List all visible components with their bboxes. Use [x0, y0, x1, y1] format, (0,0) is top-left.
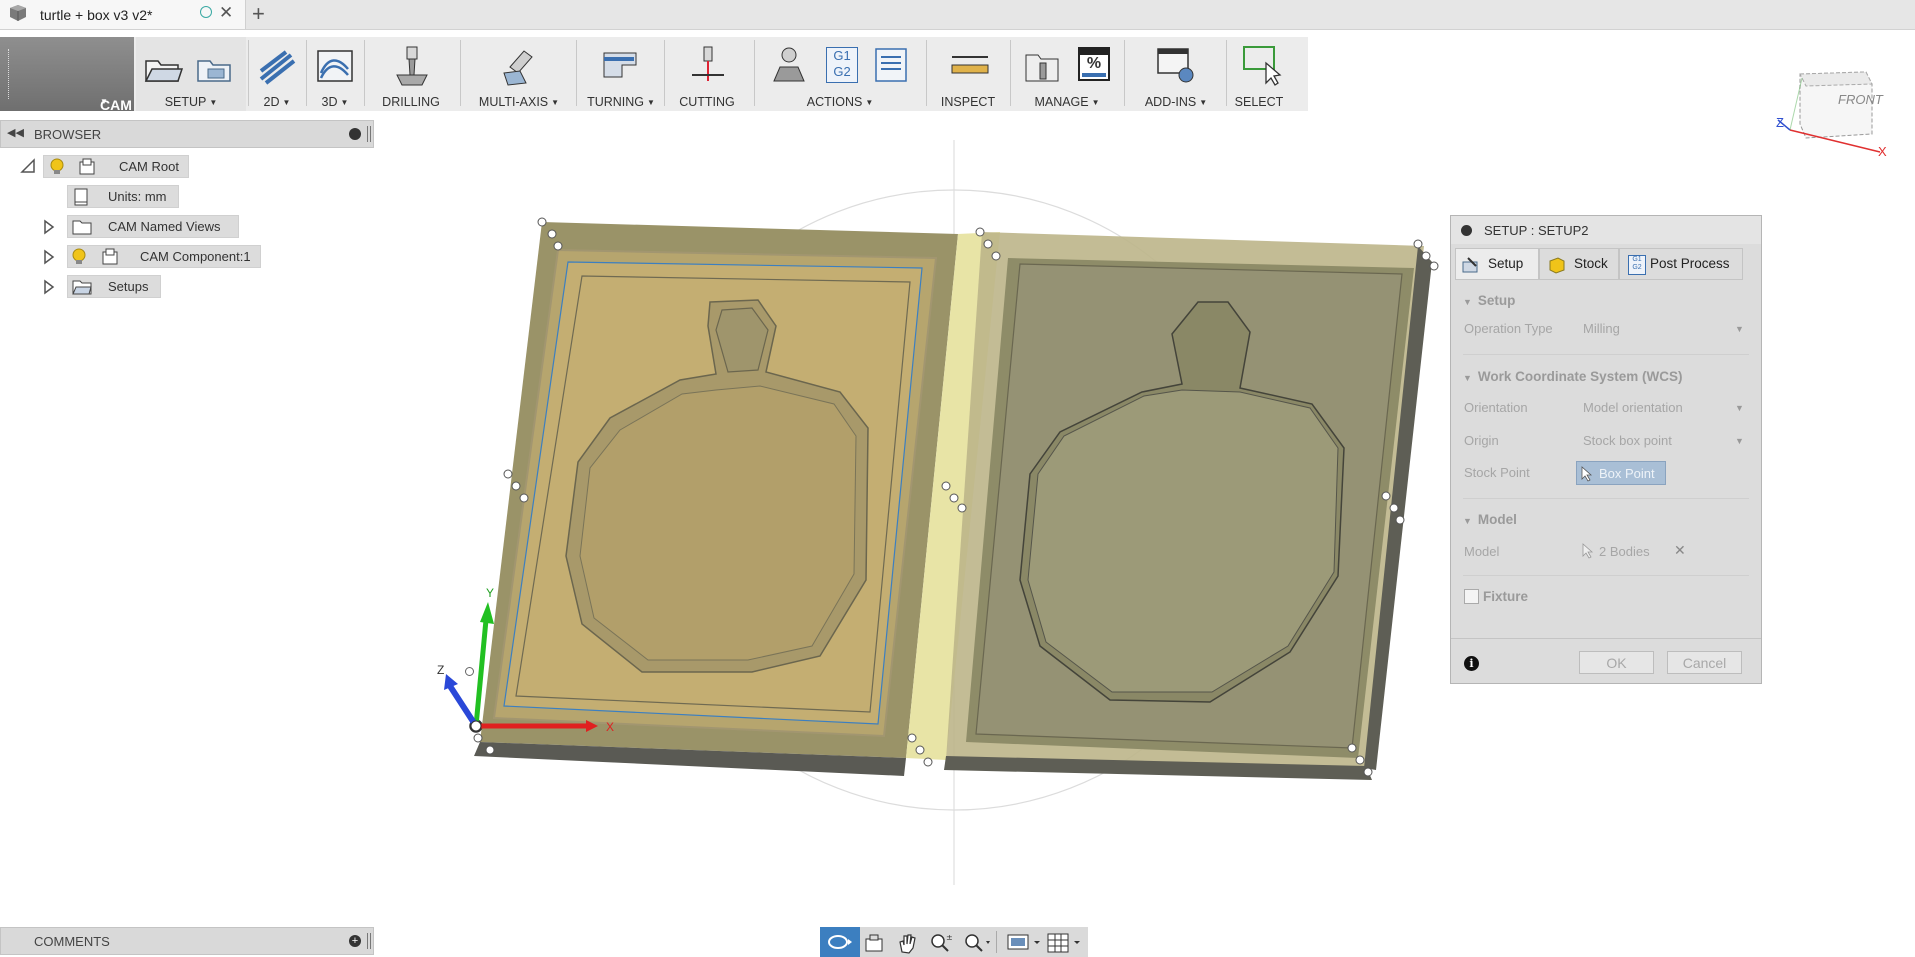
orientation-select[interactable]: Model orientation [1583, 400, 1683, 415]
model-selection[interactable]: 2 Bodies [1599, 544, 1650, 559]
orbit-button[interactable] [820, 927, 860, 957]
tab-post-process[interactable]: G1 G2 Post Process [1619, 248, 1743, 280]
separator [996, 931, 997, 953]
origin-select[interactable]: Stock box point [1583, 433, 1672, 448]
chevron-down-icon[interactable]: ▼ [1735, 324, 1744, 334]
dialog-minimize-icon[interactable] [1461, 225, 1472, 236]
fixture-label: Fixture [1483, 589, 1529, 604]
stock-point-value: Box Point [1599, 466, 1655, 481]
clear-selection-icon[interactable]: ✕ [1674, 542, 1686, 559]
divider [1463, 354, 1749, 355]
triad-z-label: Z [437, 663, 445, 677]
dialog-header[interactable]: SETUP : SETUP2 [1451, 216, 1761, 244]
post-process-tab-icon: G1 G2 [1628, 255, 1646, 275]
orientation-label: Orientation [1464, 400, 1528, 415]
info-icon[interactable]: i [1464, 656, 1479, 671]
triad-y-label: Y [486, 586, 495, 600]
zoom-icon[interactable]: ± [928, 932, 952, 954]
triad-handle[interactable] [465, 667, 474, 676]
tab-label: Stock [1574, 256, 1608, 271]
selection-cursor-icon [1582, 543, 1594, 559]
cancel-button[interactable]: Cancel [1667, 651, 1742, 674]
viewcube-x-label: X [1878, 144, 1887, 159]
add-comment-icon[interactable]: + [349, 935, 361, 947]
origin-label: Origin [1464, 433, 1499, 448]
tab-label: Post Process [1650, 256, 1730, 271]
divider [1463, 575, 1749, 576]
stock-cube-icon [1549, 257, 1565, 274]
orbit-icon [828, 935, 852, 949]
comments-title: COMMENTS [34, 934, 110, 949]
tab-label: Setup [1488, 256, 1524, 271]
setup-tab-icon [1462, 257, 1478, 273]
grid-snaps-icon[interactable] [1046, 932, 1084, 954]
tab-stock[interactable]: Stock [1539, 248, 1619, 280]
chevron-down-icon[interactable]: ▼ [1735, 403, 1744, 413]
section-wcs-header[interactable]: ▼ Work Coordinate System (WCS) [1463, 369, 1682, 384]
divider [1463, 498, 1749, 499]
viewcube-z-label: Z [1776, 115, 1784, 130]
panel-grip[interactable] [367, 933, 371, 949]
setup-dialog: SETUP : SETUP2 Setup Stock G1 G2 Post Pro… [1450, 215, 1762, 684]
stock-point-button[interactable]: Box Point [1576, 461, 1666, 485]
display-settings-icon[interactable] [1006, 932, 1042, 954]
pan-hand-icon[interactable] [896, 932, 918, 954]
tab-setup[interactable]: Setup [1455, 248, 1539, 280]
box-part-right[interactable] [944, 232, 1432, 780]
operation-type-label: Operation Type [1464, 321, 1553, 336]
fit-zoom-window-icon[interactable] [962, 932, 992, 954]
svg-text:±: ± [946, 933, 952, 942]
stock-point-label: Stock Point [1464, 465, 1530, 480]
section-model-header[interactable]: ▼ Model [1463, 512, 1517, 527]
triad-x-label: X [606, 720, 615, 734]
section-setup-header[interactable]: ▼ Setup [1463, 293, 1515, 308]
look-at-icon[interactable] [864, 933, 886, 953]
origin-triad [444, 602, 598, 732]
model-label: Model [1464, 544, 1500, 559]
ok-button[interactable]: OK [1579, 651, 1654, 674]
chevron-down-icon[interactable]: ▼ [1735, 436, 1744, 446]
divider [1451, 638, 1761, 639]
comments-panel[interactable]: COMMENTS + [0, 927, 374, 955]
viewcube-front-label[interactable]: FRONT [1838, 92, 1883, 107]
dialog-title: SETUP : SETUP2 [1484, 223, 1589, 238]
operation-type-select[interactable]: Milling [1583, 321, 1620, 336]
cursor-arrow-icon [1581, 466, 1593, 482]
viewcube[interactable] [1770, 64, 1890, 164]
fixture-checkbox[interactable] [1464, 589, 1479, 604]
navigation-bar: ± [820, 927, 1088, 957]
